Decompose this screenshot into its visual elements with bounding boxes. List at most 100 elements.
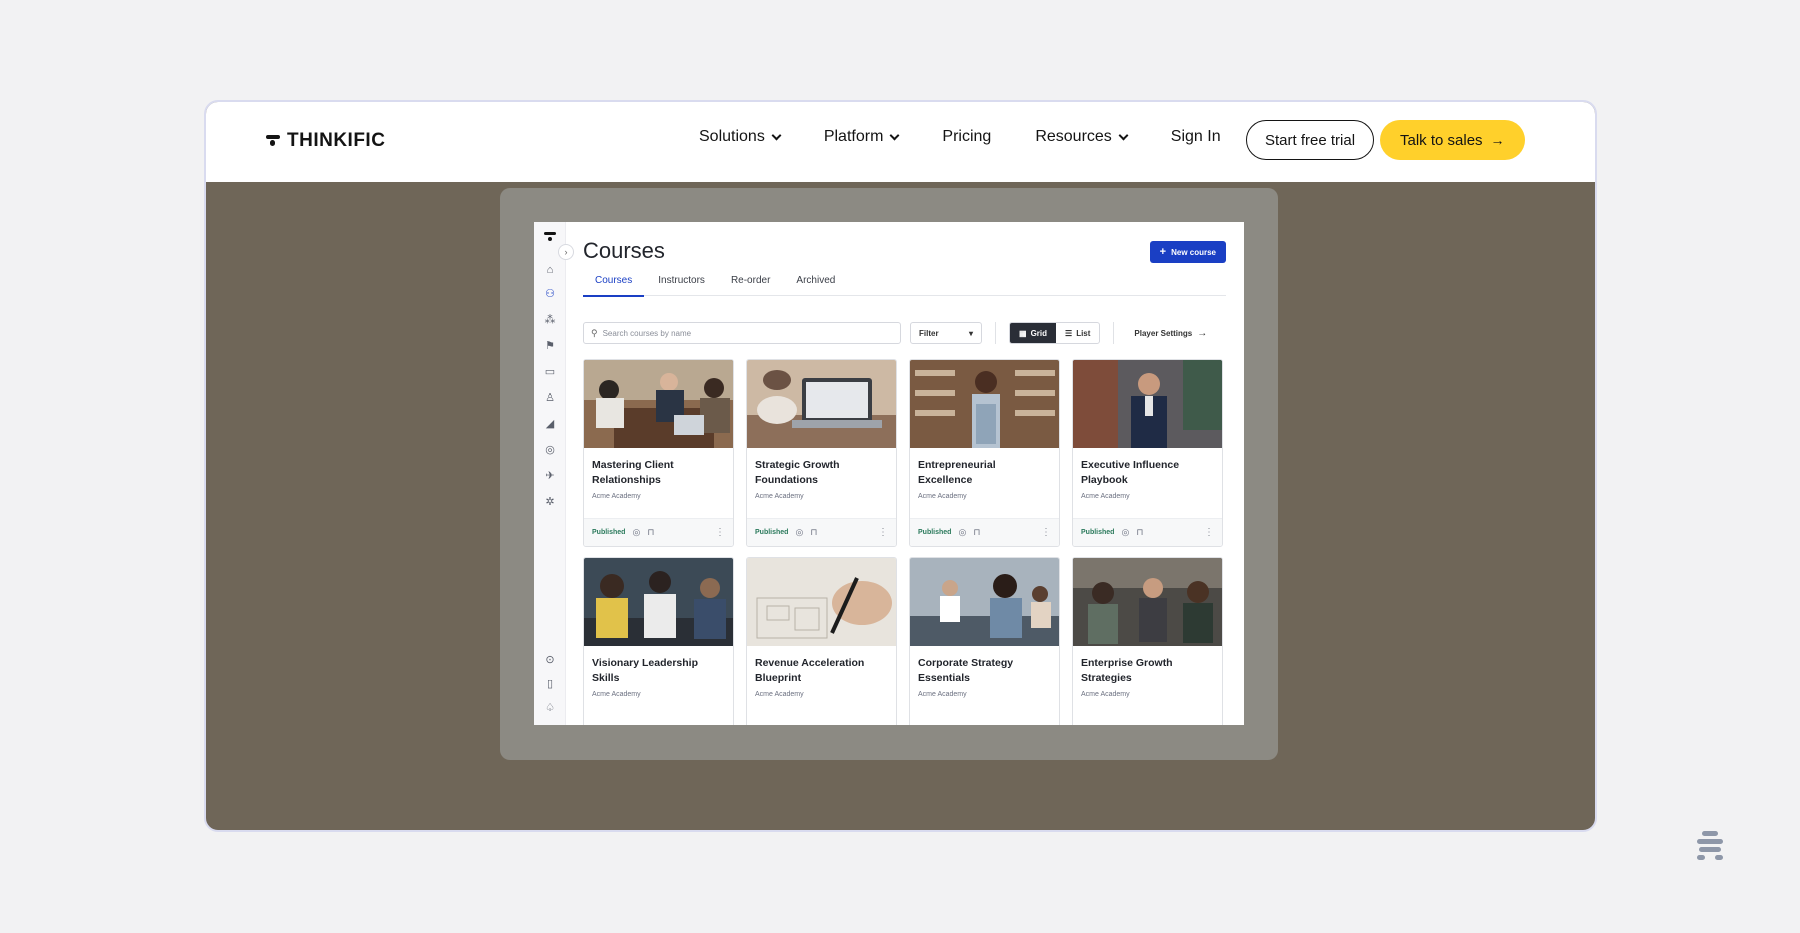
card-footer: Published ◎ ⊓ ⋮ <box>584 518 733 546</box>
course-card[interactable]: Mastering Client Relationships Acme Acad… <box>583 359 734 547</box>
chevron-down-icon <box>889 130 900 140</box>
button-label: List <box>1076 328 1091 338</box>
nav-resources[interactable]: Resources <box>1035 128 1129 146</box>
settings-circle-icon[interactable]: ◎ <box>544 444 556 456</box>
toolbar-divider <box>1113 322 1115 344</box>
brand-name: THINKIFIC <box>287 130 386 151</box>
course-title: Mastering Client Relationships <box>592 459 674 486</box>
search-input[interactable]: ⚲ Search courses by name <box>583 322 901 344</box>
analytics-icon[interactable]: ◢ <box>544 418 556 430</box>
course-toolbar: ⚲ Search courses by name Filter ▾ ▦ Grid <box>583 322 1226 344</box>
course-card[interactable]: Entrepreneurial Excellence Acme Academy … <box>909 359 1060 547</box>
tab-reorder[interactable]: Re-order <box>719 274 782 296</box>
marketing-icon[interactable]: ⚑ <box>544 340 556 352</box>
course-card[interactable]: Executive Influence Playbook Acme Academ… <box>1072 359 1223 547</box>
course-card[interactable]: Corporate Strategy Essentials Acme Acade… <box>909 557 1060 725</box>
executive-photo <box>1073 360 1222 448</box>
course-card[interactable]: Strategic Growth Foundations Acme Academ… <box>746 359 897 547</box>
course-title: Strategic Growth Foundations <box>755 459 840 486</box>
lock-icon: ⊓ <box>647 527 655 537</box>
status-badge: Published <box>755 529 789 536</box>
corner-logo-icon <box>1694 829 1726 861</box>
lock-icon: ⊓ <box>810 527 818 537</box>
list-view-button[interactable]: ☰ List <box>1056 323 1099 343</box>
status-badge: Published <box>918 529 952 536</box>
app-logo-icon <box>544 232 556 244</box>
more-options-icon[interactable]: ⋮ <box>1041 527 1051 538</box>
course-title: Revenue Acceleration Blueprint <box>755 657 865 684</box>
thinkific-logo[interactable]: THINKIFIC <box>266 130 385 152</box>
talk-to-sales-button[interactable]: Talk to sales → <box>1380 120 1525 160</box>
button-label: Start free trial <box>1265 131 1356 149</box>
link-label: Player Settings <box>1134 328 1193 338</box>
button-label: Talk to sales <box>1400 131 1483 149</box>
grid-view-button[interactable]: ▦ Grid <box>1010 323 1057 343</box>
rocket-icon[interactable]: ✈ <box>544 470 556 482</box>
toolbar-divider <box>995 322 996 344</box>
course-title: Entrepreneurial Excellence <box>918 459 996 486</box>
filter-dropdown[interactable]: Filter ▾ <box>910 322 982 344</box>
status-badge: Published <box>1081 529 1115 536</box>
page-title: Courses <box>583 238 665 263</box>
card-footer: Published ◎ ⊓ ⋮ <box>910 518 1059 546</box>
nav-sign-in[interactable]: Sign In <box>1171 128 1221 146</box>
meeting-photo <box>584 360 733 448</box>
tab-instructors[interactable]: Instructors <box>646 274 717 296</box>
hidden-eye-icon: ◎ <box>795 527 804 537</box>
course-school: Acme Academy <box>592 493 641 500</box>
tab-courses[interactable]: Courses <box>583 274 645 297</box>
player-settings-link[interactable]: Player Settings → <box>1134 328 1207 339</box>
laptop-photo <box>747 360 896 448</box>
blueprint-photo <box>747 558 896 646</box>
inbox-icon[interactable]: ▭ <box>544 366 556 378</box>
nav-label: Platform <box>823 128 884 145</box>
new-course-button[interactable]: + New course <box>1149 241 1226 263</box>
more-options-icon[interactable]: ⋮ <box>1204 527 1214 538</box>
lock-icon: ⊓ <box>973 527 981 537</box>
nav-label: Pricing <box>942 128 992 145</box>
search-icon: ⚲ <box>591 327 598 338</box>
lock-icon: ⊓ <box>1136 527 1144 537</box>
course-card[interactable]: Enterprise Growth Strategies Acme Academ… <box>1072 557 1223 725</box>
nav-label: Solutions <box>699 128 765 145</box>
hidden-eye-icon: ◎ <box>1121 527 1130 537</box>
community-icon[interactable]: ⁂ <box>544 314 556 326</box>
product-screenshot: ⌂ ⚇ ⁂ ⚑ ▭ ♙ ◢ ◎ ✈ ✲ ⊙ ▯ ♤ › Courses + Ne… <box>500 188 1278 760</box>
user-icon[interactable]: ♙ <box>544 392 556 404</box>
course-card[interactable]: Visionary Leadership Skills Acme Academy <box>583 557 734 725</box>
book-icon[interactable]: ▯ <box>544 678 556 690</box>
filter-label: Filter <box>919 328 939 338</box>
button-label: New course <box>1171 247 1216 257</box>
more-options-icon[interactable]: ⋮ <box>715 527 725 538</box>
nav-solutions[interactable]: Solutions <box>699 128 782 146</box>
bell-icon[interactable]: ♤ <box>544 702 556 714</box>
course-school: Acme Academy <box>755 493 804 500</box>
hidden-eye-icon: ◎ <box>632 527 641 537</box>
nav-platform[interactable]: Platform <box>823 128 900 146</box>
nav-pricing[interactable]: Pricing <box>942 128 991 146</box>
list-icon: ☰ <box>1065 328 1073 338</box>
course-school: Acme Academy <box>918 493 967 500</box>
app-sidebar: ⌂ ⚇ ⁂ ⚑ ▭ ♙ ◢ ◎ ✈ ✲ ⊙ ▯ ♤ › <box>534 222 574 725</box>
start-free-trial-button[interactable]: Start free trial <box>1246 120 1375 160</box>
help-icon[interactable]: ⊙ <box>544 654 556 666</box>
browser-frame: THINKIFIC Solutions Platform Pricing Res… <box>204 100 1597 832</box>
course-card[interactable]: Revenue Acceleration Blueprint Acme Acad… <box>746 557 897 725</box>
shop-owner-photo <box>910 360 1059 448</box>
nav-label: Resources <box>1035 128 1112 145</box>
course-school: Acme Academy <box>1081 493 1130 500</box>
course-title: Visionary Leadership Skills <box>592 657 699 684</box>
arrow-right-icon: → <box>1197 327 1208 339</box>
course-school: Acme Academy <box>1081 691 1130 698</box>
course-grid: Mastering Client Relationships Acme Acad… <box>583 359 1223 725</box>
gear-icon[interactable]: ✲ <box>544 496 556 508</box>
more-options-icon[interactable]: ⋮ <box>878 527 888 538</box>
course-title: Enterprise Growth Strategies <box>1081 657 1173 684</box>
courses-icon[interactable]: ⚇ <box>544 288 556 300</box>
card-footer: Published ◎ ⊓ ⋮ <box>747 518 896 546</box>
office-photo <box>910 558 1059 646</box>
home-icon[interactable]: ⌂ <box>544 264 556 276</box>
course-school: Acme Academy <box>918 691 967 698</box>
course-school: Acme Academy <box>592 691 641 698</box>
tab-archived[interactable]: Archived <box>784 274 847 296</box>
